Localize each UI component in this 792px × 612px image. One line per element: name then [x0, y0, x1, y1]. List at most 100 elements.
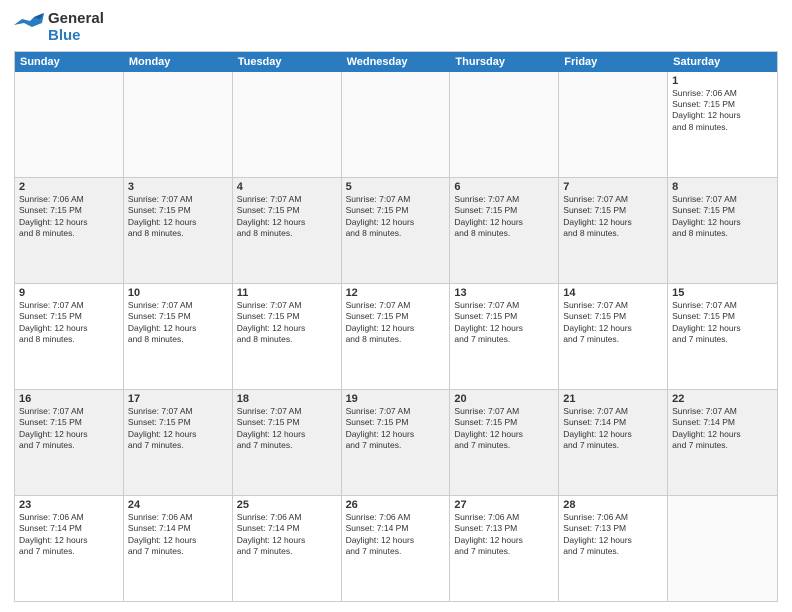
day-cell-5: 5Sunrise: 7:07 AM Sunset: 7:15 PM Daylig… [342, 178, 451, 283]
day-info: Sunrise: 7:06 AM Sunset: 7:15 PM Dayligh… [672, 88, 773, 134]
empty-cell [15, 72, 124, 177]
day-info: Sunrise: 7:07 AM Sunset: 7:15 PM Dayligh… [454, 194, 554, 240]
day-cell-16: 16Sunrise: 7:07 AM Sunset: 7:15 PM Dayli… [15, 390, 124, 495]
day-number: 21 [563, 393, 663, 405]
day-info: Sunrise: 7:07 AM Sunset: 7:14 PM Dayligh… [563, 406, 663, 452]
day-cell-28: 28Sunrise: 7:06 AM Sunset: 7:13 PM Dayli… [559, 496, 668, 601]
day-cell-1: 1Sunrise: 7:06 AM Sunset: 7:15 PM Daylig… [668, 72, 777, 177]
day-number: 24 [128, 499, 228, 511]
calendar-row-4: 23Sunrise: 7:06 AM Sunset: 7:14 PM Dayli… [15, 495, 777, 601]
day-number: 20 [454, 393, 554, 405]
day-number: 6 [454, 181, 554, 193]
day-number: 25 [237, 499, 337, 511]
day-number: 13 [454, 287, 554, 299]
calendar: SundayMondayTuesdayWednesdayThursdayFrid… [14, 51, 778, 603]
day-cell-26: 26Sunrise: 7:06 AM Sunset: 7:14 PM Dayli… [342, 496, 451, 601]
day-cell-15: 15Sunrise: 7:07 AM Sunset: 7:15 PM Dayli… [668, 284, 777, 389]
header-day-tuesday: Tuesday [233, 52, 342, 72]
page: General Blue SundayMondayTuesdayWednesda… [0, 0, 792, 612]
day-number: 15 [672, 287, 773, 299]
day-number: 10 [128, 287, 228, 299]
day-number: 28 [563, 499, 663, 511]
header-day-wednesday: Wednesday [342, 52, 451, 72]
day-info: Sunrise: 7:07 AM Sunset: 7:15 PM Dayligh… [563, 194, 663, 240]
day-cell-23: 23Sunrise: 7:06 AM Sunset: 7:14 PM Dayli… [15, 496, 124, 601]
day-cell-2: 2Sunrise: 7:06 AM Sunset: 7:15 PM Daylig… [15, 178, 124, 283]
day-info: Sunrise: 7:07 AM Sunset: 7:15 PM Dayligh… [19, 300, 119, 346]
day-number: 26 [346, 499, 446, 511]
day-info: Sunrise: 7:07 AM Sunset: 7:15 PM Dayligh… [672, 194, 773, 240]
day-cell-22: 22Sunrise: 7:07 AM Sunset: 7:14 PM Dayli… [668, 390, 777, 495]
day-info: Sunrise: 7:07 AM Sunset: 7:15 PM Dayligh… [346, 406, 446, 452]
day-info: Sunrise: 7:06 AM Sunset: 7:14 PM Dayligh… [237, 512, 337, 558]
calendar-header: SundayMondayTuesdayWednesdayThursdayFrid… [15, 52, 777, 72]
logo-icon [14, 13, 44, 41]
day-number: 5 [346, 181, 446, 193]
day-info: Sunrise: 7:06 AM Sunset: 7:14 PM Dayligh… [128, 512, 228, 558]
day-cell-11: 11Sunrise: 7:07 AM Sunset: 7:15 PM Dayli… [233, 284, 342, 389]
header-day-monday: Monday [124, 52, 233, 72]
day-number: 11 [237, 287, 337, 299]
empty-cell [668, 496, 777, 601]
day-cell-27: 27Sunrise: 7:06 AM Sunset: 7:13 PM Dayli… [450, 496, 559, 601]
day-cell-17: 17Sunrise: 7:07 AM Sunset: 7:15 PM Dayli… [124, 390, 233, 495]
day-cell-18: 18Sunrise: 7:07 AM Sunset: 7:15 PM Dayli… [233, 390, 342, 495]
day-number: 2 [19, 181, 119, 193]
day-info: Sunrise: 7:07 AM Sunset: 7:15 PM Dayligh… [237, 300, 337, 346]
empty-cell [233, 72, 342, 177]
header-day-thursday: Thursday [450, 52, 559, 72]
header-day-friday: Friday [559, 52, 668, 72]
day-info: Sunrise: 7:07 AM Sunset: 7:15 PM Dayligh… [346, 194, 446, 240]
header-day-saturday: Saturday [668, 52, 777, 72]
header-day-sunday: Sunday [15, 52, 124, 72]
day-cell-12: 12Sunrise: 7:07 AM Sunset: 7:15 PM Dayli… [342, 284, 451, 389]
day-info: Sunrise: 7:06 AM Sunset: 7:13 PM Dayligh… [454, 512, 554, 558]
day-cell-7: 7Sunrise: 7:07 AM Sunset: 7:15 PM Daylig… [559, 178, 668, 283]
day-cell-4: 4Sunrise: 7:07 AM Sunset: 7:15 PM Daylig… [233, 178, 342, 283]
day-cell-20: 20Sunrise: 7:07 AM Sunset: 7:15 PM Dayli… [450, 390, 559, 495]
day-info: Sunrise: 7:07 AM Sunset: 7:15 PM Dayligh… [672, 300, 773, 346]
day-info: Sunrise: 7:07 AM Sunset: 7:15 PM Dayligh… [454, 406, 554, 452]
day-number: 23 [19, 499, 119, 511]
day-number: 8 [672, 181, 773, 193]
logo-text: General Blue [48, 10, 104, 45]
day-cell-21: 21Sunrise: 7:07 AM Sunset: 7:14 PM Dayli… [559, 390, 668, 495]
day-number: 19 [346, 393, 446, 405]
day-cell-9: 9Sunrise: 7:07 AM Sunset: 7:15 PM Daylig… [15, 284, 124, 389]
day-number: 12 [346, 287, 446, 299]
day-info: Sunrise: 7:06 AM Sunset: 7:14 PM Dayligh… [346, 512, 446, 558]
day-cell-10: 10Sunrise: 7:07 AM Sunset: 7:15 PM Dayli… [124, 284, 233, 389]
day-number: 14 [563, 287, 663, 299]
day-info: Sunrise: 7:07 AM Sunset: 7:15 PM Dayligh… [128, 406, 228, 452]
day-cell-19: 19Sunrise: 7:07 AM Sunset: 7:15 PM Dayli… [342, 390, 451, 495]
day-number: 3 [128, 181, 228, 193]
day-cell-24: 24Sunrise: 7:06 AM Sunset: 7:14 PM Dayli… [124, 496, 233, 601]
day-info: Sunrise: 7:07 AM Sunset: 7:15 PM Dayligh… [128, 300, 228, 346]
header: General Blue [14, 10, 778, 45]
day-number: 16 [19, 393, 119, 405]
day-number: 7 [563, 181, 663, 193]
logo: General Blue [14, 10, 104, 45]
calendar-body: 1Sunrise: 7:06 AM Sunset: 7:15 PM Daylig… [15, 72, 777, 602]
day-info: Sunrise: 7:07 AM Sunset: 7:15 PM Dayligh… [128, 194, 228, 240]
day-info: Sunrise: 7:07 AM Sunset: 7:15 PM Dayligh… [563, 300, 663, 346]
empty-cell [124, 72, 233, 177]
empty-cell [559, 72, 668, 177]
day-info: Sunrise: 7:06 AM Sunset: 7:13 PM Dayligh… [563, 512, 663, 558]
day-info: Sunrise: 7:07 AM Sunset: 7:14 PM Dayligh… [672, 406, 773, 452]
day-cell-8: 8Sunrise: 7:07 AM Sunset: 7:15 PM Daylig… [668, 178, 777, 283]
day-number: 22 [672, 393, 773, 405]
calendar-row-0: 1Sunrise: 7:06 AM Sunset: 7:15 PM Daylig… [15, 72, 777, 177]
empty-cell [342, 72, 451, 177]
day-cell-13: 13Sunrise: 7:07 AM Sunset: 7:15 PM Dayli… [450, 284, 559, 389]
day-info: Sunrise: 7:06 AM Sunset: 7:15 PM Dayligh… [19, 194, 119, 240]
day-cell-3: 3Sunrise: 7:07 AM Sunset: 7:15 PM Daylig… [124, 178, 233, 283]
day-info: Sunrise: 7:07 AM Sunset: 7:15 PM Dayligh… [19, 406, 119, 452]
calendar-row-3: 16Sunrise: 7:07 AM Sunset: 7:15 PM Dayli… [15, 389, 777, 495]
day-info: Sunrise: 7:07 AM Sunset: 7:15 PM Dayligh… [454, 300, 554, 346]
day-number: 4 [237, 181, 337, 193]
day-info: Sunrise: 7:06 AM Sunset: 7:14 PM Dayligh… [19, 512, 119, 558]
day-info: Sunrise: 7:07 AM Sunset: 7:15 PM Dayligh… [346, 300, 446, 346]
day-number: 9 [19, 287, 119, 299]
calendar-row-1: 2Sunrise: 7:06 AM Sunset: 7:15 PM Daylig… [15, 177, 777, 283]
